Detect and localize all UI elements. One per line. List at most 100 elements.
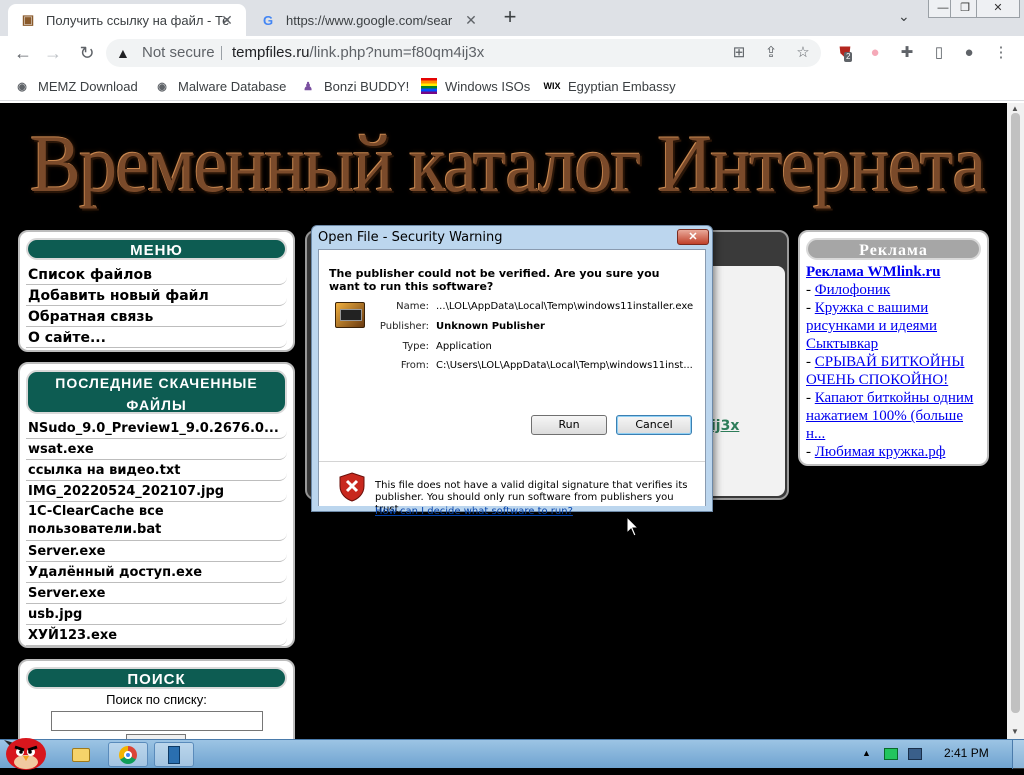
menu-item-about[interactable]: О сайте... xyxy=(26,328,287,348)
dialog-close-button[interactable]: ✕ xyxy=(677,229,709,245)
name-value: ...\LOL\AppData\Local\Temp\windows11inst… xyxy=(436,301,694,312)
show-desktop-button[interactable] xyxy=(1012,740,1024,769)
type-key: Type: xyxy=(402,341,429,352)
search-input[interactable] xyxy=(51,711,263,731)
menu-item-add-file[interactable]: Добавить новый файл xyxy=(26,286,287,306)
recent-file-item[interactable]: Server.exe xyxy=(26,542,287,562)
recent-downloads-box: ПОСЛЕДНИЕ СКАЧЕННЫЕ ФАЙЛЫ NSudo_9.0_Prev… xyxy=(18,362,295,648)
scroll-up-icon[interactable]: ▲ xyxy=(1011,104,1019,113)
tab-title: https://www.google.com/sear xyxy=(286,12,453,28)
extensions-puzzle-icon[interactable]: ✚ xyxy=(896,42,918,64)
menu-kebab-icon[interactable]: ⋮ xyxy=(990,42,1012,64)
url-text[interactable]: tempfiles.ru/link.php?num=f80qm4ij3x xyxy=(232,39,484,67)
recent-file-item[interactable]: Server.exe xyxy=(26,584,287,604)
publisher-value: Unknown Publisher xyxy=(436,321,545,332)
recent-file-item[interactable]: NSudo_9.0_Preview1_9.0.2676.0... xyxy=(26,419,287,439)
dialog-title: Open File - Security Warning xyxy=(318,230,503,245)
box-favicon-icon: ▣ xyxy=(21,12,35,27)
address-separator xyxy=(221,46,222,60)
close-tab-icon[interactable]: ✕ xyxy=(218,11,236,29)
ad-item[interactable]: - Любимая кружка.рф xyxy=(806,443,984,461)
ad-item[interactable]: - Филофоник xyxy=(806,281,984,299)
browser-toolbar: ← → ↻ ▲ Not secure tempfiles.ru/link.php… xyxy=(0,36,1024,70)
dialog-body: The publisher could not be verified. Are… xyxy=(318,249,706,517)
scrollbar-thumb[interactable] xyxy=(1011,113,1020,713)
search-label: Поиск по списку: xyxy=(106,692,207,707)
translate-icon[interactable]: ⊞ xyxy=(728,42,750,64)
menu-box: МЕНЮ Список файлов Добавить новый файл О… xyxy=(18,230,295,352)
globe-icon: ◉ xyxy=(157,80,167,93)
tab-tempfiles[interactable]: ▣ Получить ссылку на файл - Те ✕ xyxy=(8,4,246,36)
pride-extension-icon[interactable]: ● xyxy=(864,42,886,64)
recent-file-item[interactable]: ссылка на видео.txt xyxy=(26,461,287,481)
recent-file-item[interactable]: Удалённый доступ.exe xyxy=(26,563,287,583)
back-arrow-icon[interactable]: ← xyxy=(10,40,36,66)
ad-item[interactable]: - Кружка с вашими рисунками и идеями Сык… xyxy=(806,299,984,353)
from-key: From: xyxy=(400,360,429,371)
tray-network-icon[interactable] xyxy=(908,748,922,760)
publisher-key: Publisher: xyxy=(379,321,429,332)
window-close-button[interactable]: ✕ xyxy=(976,0,1020,18)
site-banner-title: Временный каталог Интернета xyxy=(30,118,986,209)
start-button-angry-bird-icon[interactable] xyxy=(2,732,50,770)
recent-file-item[interactable]: IMG_20220524_202107.jpg xyxy=(26,482,287,502)
dialog-help-link[interactable]: How can I decide what software to run? xyxy=(375,506,573,517)
ads-headline-link[interactable]: Реклама WMlink.ru xyxy=(806,263,984,281)
forward-arrow-icon[interactable]: → xyxy=(40,40,66,66)
reload-icon[interactable]: ↻ xyxy=(74,40,100,66)
scroll-down-icon[interactable]: ▼ xyxy=(1011,727,1019,736)
search-header: ПОИСК xyxy=(26,667,287,689)
browser-chrome: ▣ Получить ссылку на файл - Те ✕ G https… xyxy=(0,0,1024,103)
recent-file-item[interactable]: ХУЙ123.exe xyxy=(26,626,287,646)
ublock-extension-icon[interactable]: ⛊2 xyxy=(834,42,856,64)
close-tab-icon[interactable]: ✕ xyxy=(462,11,480,29)
google-favicon-icon: G xyxy=(262,12,274,28)
file-link[interactable]: ij3x xyxy=(711,418,739,434)
tab-strip: ▣ Получить ссылку на файл - Те ✕ G https… xyxy=(0,0,1024,36)
tray-battery-icon[interactable] xyxy=(884,748,898,760)
profile-avatar-icon[interactable]: ● xyxy=(958,42,980,64)
ads-header: Реклама xyxy=(806,238,981,260)
ad-item[interactable]: - Капают биткойны одним нажатием 100% (б… xyxy=(806,389,984,443)
mouse-cursor-icon xyxy=(626,515,640,538)
from-value: C:\Users\LOL\AppData\Local\Temp\windows1… xyxy=(436,360,693,371)
bookmark-bonzi-buddy[interactable]: ♟ Bonzi BUDDY! xyxy=(300,76,409,96)
new-tab-button[interactable]: + xyxy=(498,6,522,30)
cancel-button[interactable]: Cancel xyxy=(616,415,692,435)
recent-file-item[interactable]: wsat.exe xyxy=(26,440,287,460)
extension-badge: 2 xyxy=(844,52,853,62)
bookmark-windows-isos[interactable]: Windows ISOs xyxy=(421,76,530,96)
search-box: ПОИСК Поиск по списку: xyxy=(18,659,295,739)
ads-box: Реклама Реклама WMlink.ru - Филофоник - … xyxy=(798,230,989,466)
share-icon[interactable]: ⇪ xyxy=(760,42,782,64)
taskbar: ▲ 2:41 PM xyxy=(0,738,1024,770)
menu-item-feedback[interactable]: Обратная связь xyxy=(26,307,287,327)
menu-item-file-list[interactable]: Список файлов xyxy=(26,265,287,285)
address-bar[interactable]: ▲ Not secure tempfiles.ru/link.php?num=f… xyxy=(106,39,821,67)
bookmark-memz[interactable]: ◉ MEMZ Download xyxy=(14,76,138,96)
bookmark-egyptian-embassy[interactable]: WIX Egyptian Embassy xyxy=(544,76,676,96)
tab-google[interactable]: G https://www.google.com/sear ✕ xyxy=(248,4,490,36)
recent-file-item[interactable]: 1C-ClearCache все пользователи.bat xyxy=(26,503,287,541)
bookmark-star-icon[interactable]: ☆ xyxy=(792,42,814,64)
ads-list: Реклама WMlink.ru - Филофоник - Кружка с… xyxy=(806,263,984,461)
security-label[interactable]: Not secure xyxy=(142,39,215,67)
warning-triangle-icon[interactable]: ▲ xyxy=(116,39,130,67)
recent-downloads-header: ПОСЛЕДНИЕ СКАЧЕННЫЕ ФАЙЛЫ xyxy=(26,370,287,414)
side-panel-icon[interactable]: ▯ xyxy=(928,42,950,64)
name-key: Name: xyxy=(396,301,429,312)
bookmark-malware-database[interactable]: ◉ Malware Database xyxy=(154,76,286,96)
security-warning-dialog: Open File - Security Warning ✕ The publi… xyxy=(311,225,713,517)
shield-error-icon xyxy=(339,472,365,502)
taskbar-app-icon[interactable] xyxy=(154,742,194,767)
taskbar-clock[interactable]: 2:41 PM xyxy=(944,746,989,760)
run-button[interactable]: Run xyxy=(531,415,607,435)
tray-expand-icon[interactable]: ▲ xyxy=(862,748,871,758)
taskbar-explorer-icon[interactable] xyxy=(64,742,98,767)
tab-search-dropdown-icon[interactable]: ⌄ xyxy=(898,8,910,25)
recent-file-item[interactable]: usb.jpg xyxy=(26,605,287,625)
ad-item[interactable]: - СРЫВАЙ БИТКОЙНЫ ОЧЕНЬ СПОКОЙНО! xyxy=(806,353,984,389)
bonzi-icon: ♟ xyxy=(303,80,313,93)
taskbar-chrome-icon[interactable] xyxy=(108,742,148,767)
page-scrollbar[interactable]: ▲ ▼ xyxy=(1007,103,1024,739)
